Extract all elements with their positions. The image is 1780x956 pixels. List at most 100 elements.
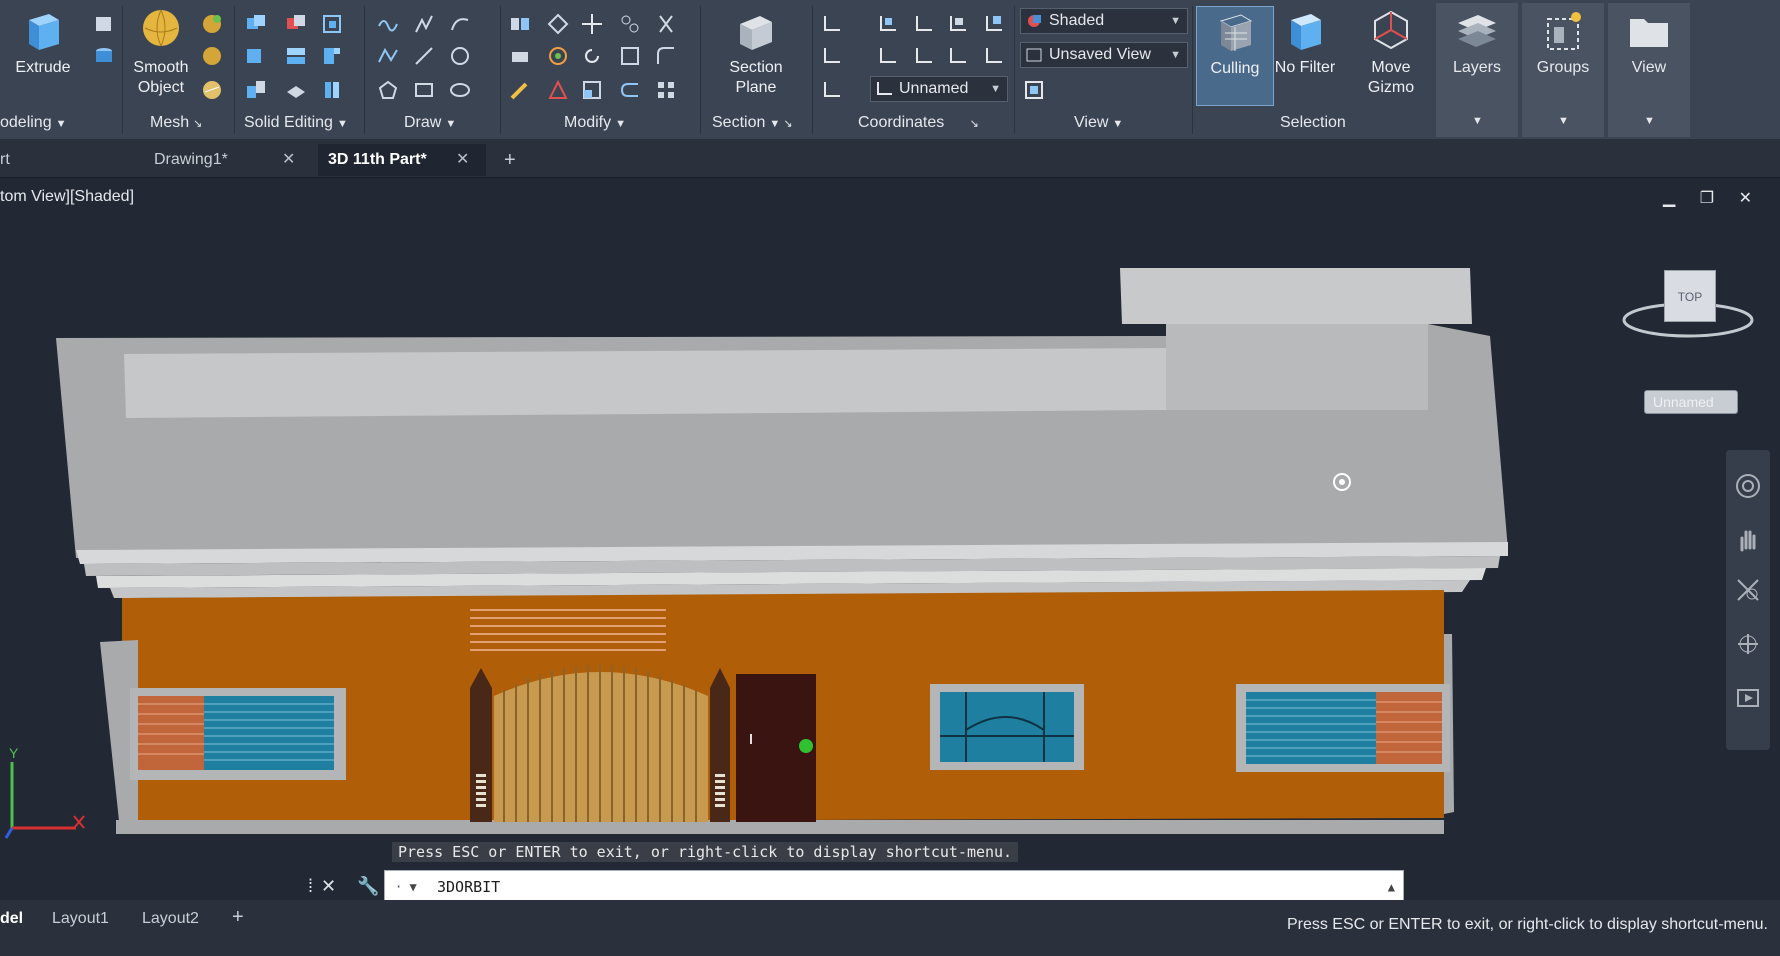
new-tab-button[interactable]: + (504, 144, 524, 176)
command-line-tools[interactable]: ⁞✕ 🔧 (308, 876, 388, 897)
visual-style-combo[interactable]: Shaded ▼ (1020, 8, 1188, 34)
smooth-object-button[interactable]: Smooth Object (122, 6, 200, 106)
separate-icon[interactable] (244, 78, 268, 102)
layers-panel[interactable]: Layers ▼ (1436, 3, 1518, 137)
command-history-icon[interactable]: ▲ (1388, 871, 1395, 903)
move-icon[interactable] (580, 12, 604, 36)
command-input[interactable]: · ▼ 3DORBIT ▲ (384, 870, 1404, 904)
recent-commands-icon[interactable]: · ▼ (395, 871, 417, 903)
stretch-icon[interactable] (580, 78, 604, 102)
solid-editing-panel-label[interactable]: Solid Editing ▼ (244, 114, 348, 132)
interfere-icon[interactable] (320, 12, 344, 36)
no-filter-button[interactable]: No Filter (1266, 6, 1344, 106)
ucs-face-icon[interactable] (946, 12, 970, 36)
ucs-3point-icon[interactable] (946, 44, 970, 68)
extract-edges-icon[interactable] (320, 78, 344, 102)
mesh-refine-icon[interactable] (200, 44, 224, 68)
viewcube-ucs-menu[interactable]: Unnamed (1644, 390, 1738, 414)
arc-icon[interactable] (448, 12, 472, 36)
modify-panel-label[interactable]: Modify ▼ (564, 114, 626, 132)
drawing-viewport[interactable]: tom View][Shaded] ▁ ❐ ✕ TOP Unnamed Y Pr… (0, 178, 1780, 900)
close-customize-icons[interactable]: ✕ 🔧 (321, 876, 388, 896)
viewport-window-controls[interactable]: ▁ ❐ ✕ (1663, 188, 1762, 208)
slice-icon[interactable] (284, 44, 308, 68)
cylinder-icon[interactable] (92, 44, 116, 68)
ucs-named-combo[interactable]: Unnamed ▼ (870, 76, 1008, 102)
grip-icon[interactable]: ⁞ (308, 876, 321, 896)
section-plane-button[interactable]: Section Plane (718, 6, 794, 106)
close-icon[interactable]: ✕ (282, 144, 295, 176)
coordinates-panel-label[interactable]: Coordinates ↘ (858, 114, 979, 132)
3d-scale-icon[interactable] (546, 78, 570, 102)
polygon-icon[interactable] (376, 78, 400, 102)
3d-align-icon[interactable] (546, 12, 570, 36)
visual-style-value: Shaded (1049, 12, 1105, 29)
steering-wheel-icon[interactable] (1734, 472, 1762, 500)
presspull-icon[interactable] (508, 44, 532, 68)
circle-icon[interactable] (448, 44, 472, 68)
tab-layout1[interactable]: Layout1 (52, 910, 109, 928)
move-gizmo-button[interactable]: Move Gizmo (1352, 6, 1430, 106)
culling-button[interactable]: Culling (1196, 6, 1274, 106)
draw-panel-label[interactable]: Draw ▼ (404, 114, 456, 132)
ucs-icon[interactable] (820, 12, 844, 36)
line-icon[interactable] (412, 44, 436, 68)
view-panel-label[interactable]: View ▼ (1074, 114, 1123, 132)
mesh-sphere-icon[interactable] (200, 12, 224, 36)
3d-rotate-icon[interactable] (546, 44, 570, 68)
spline-icon[interactable] (376, 44, 400, 68)
box-icon[interactable] (92, 12, 116, 36)
groups-panel[interactable]: Groups ▼ (1522, 3, 1604, 137)
ucs-origin-icon[interactable] (876, 44, 900, 68)
pan-hand-icon[interactable] (1734, 526, 1762, 554)
3d-polyline-icon[interactable] (412, 12, 436, 36)
pencil-icon[interactable] (508, 78, 532, 102)
modeling-panel-label[interactable]: odeling ▼ (0, 114, 67, 132)
named-view-combo[interactable]: Unsaved View ▼ (1020, 42, 1188, 68)
ucs-x-icon[interactable] (982, 44, 1006, 68)
ucs-previous-icon[interactable] (912, 12, 936, 36)
trim-icon[interactable] (654, 12, 678, 36)
zoom-extents-icon[interactable] (1734, 576, 1762, 604)
orbit-icon[interactable] (1734, 630, 1762, 658)
ucs-icon-properties-icon[interactable] (820, 78, 844, 102)
mirror-icon[interactable] (508, 12, 532, 36)
view-tools-panel[interactable]: View ▼ (1608, 3, 1690, 137)
viewcube[interactable]: TOP (1618, 266, 1758, 346)
mesh-panel-label[interactable]: Mesh ↘ (150, 114, 202, 132)
viewcube-top-face[interactable]: TOP (1664, 270, 1716, 322)
house-3d-model[interactable] (0, 178, 1530, 858)
rotate-icon[interactable] (580, 44, 604, 68)
close-icon[interactable]: ✕ (456, 144, 469, 176)
ellipse-icon[interactable] (448, 78, 472, 102)
tab-drawing1[interactable]: Drawing1* ✕ (154, 144, 304, 176)
scale-icon[interactable] (618, 44, 642, 68)
rectangle-icon[interactable] (412, 78, 436, 102)
polyline-icon[interactable] (376, 12, 400, 36)
tab-layout2[interactable]: Layout2 (142, 910, 199, 928)
ucs-view-icon[interactable] (820, 44, 844, 68)
union-icon[interactable] (244, 12, 268, 36)
ucs-world-icon[interactable] (876, 12, 900, 36)
extrude-icon (29, 14, 59, 50)
tab-label: rt (0, 151, 10, 168)
viewport-config-icon[interactable] (1022, 78, 1046, 102)
tab-3d-11th-part[interactable]: 3D 11th Part* ✕ (318, 144, 486, 176)
showmotion-icon[interactable] (1734, 684, 1762, 712)
subtract-icon[interactable] (284, 12, 308, 36)
3d-move-icon[interactable] (618, 12, 642, 36)
ucs-zaxis-icon[interactable] (912, 44, 936, 68)
extrude-button[interactable]: Extrude (4, 6, 82, 106)
section-panel-label[interactable]: Section ▼ ↘ (712, 114, 793, 132)
mesh-crease-icon[interactable] (200, 78, 224, 102)
intersect-icon[interactable] (244, 44, 268, 68)
shell-icon[interactable] (320, 44, 344, 68)
tab-model[interactable]: del (0, 910, 23, 928)
tab-start-partial[interactable]: rt (0, 144, 60, 176)
add-layout-button[interactable]: + (232, 906, 244, 929)
array-icon[interactable] (654, 78, 678, 102)
thicken-icon[interactable] (284, 78, 308, 102)
fillet-icon[interactable] (654, 44, 678, 68)
offset-icon[interactable] (618, 78, 642, 102)
ucs-object-icon[interactable] (982, 12, 1006, 36)
